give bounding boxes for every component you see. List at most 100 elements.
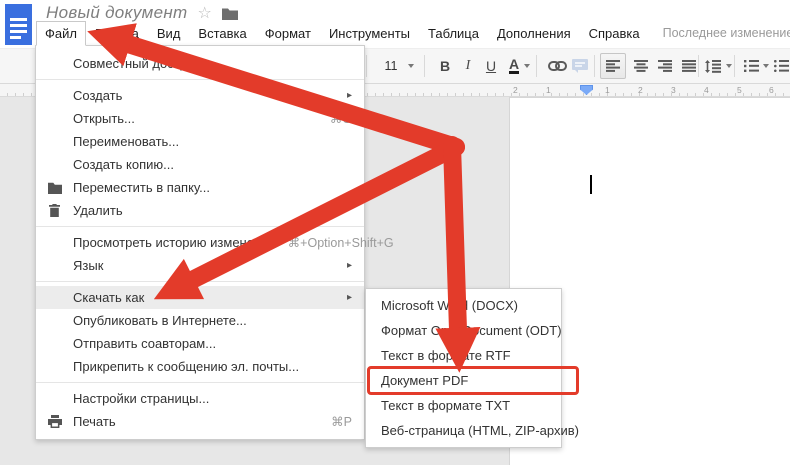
menu-item-label: Совместный доступ... bbox=[73, 56, 352, 71]
menubar-item-4[interactable]: Формат bbox=[256, 21, 320, 46]
menubar-item-5[interactable]: Инструменты bbox=[320, 21, 419, 46]
menu-item-shortcut: ⌘+Option+Shift+G bbox=[288, 235, 394, 250]
menubar-item-8[interactable]: Справка bbox=[580, 21, 649, 46]
menu-item-label: Переместить в папку... bbox=[73, 180, 352, 195]
menubar-item-7[interactable]: Дополнения bbox=[488, 21, 580, 46]
toolbar-separator bbox=[424, 55, 425, 77]
ruler-label: 2 bbox=[638, 85, 643, 95]
insert-link-icon[interactable] bbox=[544, 53, 570, 79]
menu-item-label: Опубликовать в Интернете... bbox=[73, 313, 352, 328]
menu-item-label: Просмотреть историю изменений bbox=[73, 235, 276, 250]
menu-item-7[interactable]: Удалить bbox=[36, 199, 364, 222]
google-docs-window: Новый документ ☆ ФайлПравкаВидВставкаФор… bbox=[0, 0, 790, 465]
menu-item-3[interactable]: Документ PDF bbox=[366, 368, 561, 393]
menu-item-4[interactable]: Переименовать... bbox=[36, 130, 364, 153]
menubar-item-1[interactable]: Правка bbox=[86, 21, 148, 46]
menu-item-1[interactable]: Формат OpenDocument (ODT) bbox=[366, 318, 561, 343]
menu-divider bbox=[36, 281, 364, 282]
menu-item-2[interactable]: Создать▸ bbox=[36, 84, 364, 107]
menu-item-label: Удалить bbox=[73, 203, 352, 218]
ruler-label: 6 bbox=[769, 85, 774, 95]
menu-item-label: Открыть... bbox=[73, 111, 318, 126]
menu-item-5[interactable]: Веб-страница (HTML, ZIP-архив) bbox=[366, 418, 561, 443]
submenu-arrow-icon: ▸ bbox=[347, 90, 352, 101]
menu-item-10[interactable]: Язык ▸ bbox=[36, 254, 364, 277]
text-cursor bbox=[590, 175, 592, 194]
menu-item-label: Текст в формате TXT bbox=[381, 398, 549, 413]
file-menu: Совместный доступ... Создать▸ Открыть... ⌘O… bbox=[35, 45, 365, 440]
menu-item-13[interactable]: Опубликовать в Интернете... bbox=[36, 309, 364, 332]
insert-comment-icon[interactable] bbox=[568, 53, 592, 79]
menu-item-shortcut: ⌘O bbox=[330, 111, 352, 126]
menu-item-0[interactable]: Совместный доступ... bbox=[36, 52, 364, 75]
menu-item-3[interactable]: Открыть... ⌘O bbox=[36, 107, 364, 130]
font-size-caret-icon[interactable] bbox=[408, 64, 414, 68]
menu-item-shortcut: ⌘P bbox=[331, 414, 352, 429]
menu-item-18[interactable]: Печать ⌘P bbox=[36, 410, 364, 433]
align-right-icon[interactable] bbox=[652, 53, 678, 79]
menubar-item-3[interactable]: Вставка bbox=[189, 21, 255, 46]
last-edit-status[interactable]: Последнее изменение: 14 дней назад bbox=[663, 26, 790, 40]
submenu-arrow-icon: ▸ bbox=[347, 292, 352, 303]
menu-bar: ФайлПравкаВидВставкаФорматИнструментыТаб… bbox=[36, 20, 790, 46]
numbered-list-caret-icon[interactable] bbox=[763, 64, 769, 68]
toolbar-separator bbox=[698, 55, 699, 77]
toolbar-separator bbox=[734, 55, 735, 77]
folder-icon bbox=[36, 182, 73, 194]
menu-item-label: Текст в формате RTF bbox=[381, 348, 549, 363]
menu-item-label: Переименовать... bbox=[73, 134, 352, 149]
italic-button[interactable]: I bbox=[458, 53, 478, 79]
trash-icon bbox=[36, 204, 73, 217]
menu-item-9[interactable]: Просмотреть историю изменений⌘+Option+Sh… bbox=[36, 231, 364, 254]
menubar-item-6[interactable]: Таблица bbox=[419, 21, 488, 46]
menu-item-17[interactable]: Настройки страницы... bbox=[36, 387, 364, 410]
ruler-label: 5 bbox=[737, 85, 742, 95]
menu-item-2[interactable]: Текст в формате RTF bbox=[366, 343, 561, 368]
text-color-button[interactable]: A bbox=[503, 53, 525, 79]
bulleted-list-icon[interactable] bbox=[770, 53, 790, 79]
menu-item-12[interactable]: Скачать как ▸ bbox=[36, 286, 364, 309]
align-left-icon[interactable] bbox=[600, 53, 626, 79]
menu-item-label: Формат OpenDocument (ODT) bbox=[381, 323, 562, 338]
menu-item-label: Скачать как bbox=[73, 290, 337, 305]
font-size-select[interactable]: 11 bbox=[378, 53, 404, 79]
toolbar-separator bbox=[536, 55, 537, 77]
menu-divider bbox=[36, 382, 364, 383]
ruler-label: 2 bbox=[513, 85, 518, 95]
menu-item-label: Прикрепить к сообщению эл. почты... bbox=[73, 359, 352, 374]
toolbar-separator bbox=[366, 55, 367, 77]
docs-logo-icon[interactable] bbox=[5, 4, 32, 45]
header: Новый документ ☆ ФайлПравкаВидВставкаФор… bbox=[0, 0, 790, 48]
submenu-arrow-icon: ▸ bbox=[347, 260, 352, 271]
menu-item-14[interactable]: Отправить соавторам... bbox=[36, 332, 364, 355]
indent-marker[interactable] bbox=[580, 85, 593, 95]
menu-item-6[interactable]: Переместить в папку... bbox=[36, 176, 364, 199]
menu-item-label: Отправить соавторам... bbox=[73, 336, 352, 351]
text-color-caret-icon[interactable] bbox=[524, 64, 530, 68]
menu-item-4[interactable]: Текст в формате TXT bbox=[366, 393, 561, 418]
download-as-submenu: Microsoft Word (DOCX) Формат OpenDocument… bbox=[365, 288, 562, 448]
menu-item-label: Создать копию... bbox=[73, 157, 352, 172]
menu-item-0[interactable]: Microsoft Word (DOCX) bbox=[366, 293, 561, 318]
menu-item-5[interactable]: Создать копию... bbox=[36, 153, 364, 176]
menubar-item-2[interactable]: Вид bbox=[148, 21, 190, 46]
printer-icon bbox=[36, 415, 73, 428]
move-to-folder-icon[interactable] bbox=[222, 7, 238, 20]
ruler-label: 3 bbox=[671, 85, 676, 95]
numbered-list-icon[interactable] bbox=[740, 53, 762, 79]
bold-button[interactable]: B bbox=[434, 53, 456, 79]
menubar-item-0[interactable]: Файл bbox=[36, 21, 86, 46]
align-center-icon[interactable] bbox=[628, 53, 654, 79]
ruler-label: 4 bbox=[704, 85, 709, 95]
menu-item-label: Печать bbox=[73, 414, 319, 429]
line-spacing-caret-icon[interactable] bbox=[726, 64, 732, 68]
menu-item-label: Веб-страница (HTML, ZIP-архив) bbox=[381, 423, 579, 438]
menu-item-label: Язык bbox=[73, 258, 337, 273]
ruler-label: 1 bbox=[605, 85, 610, 95]
menu-divider bbox=[36, 226, 364, 227]
underline-button[interactable]: U bbox=[480, 53, 502, 79]
menu-item-15[interactable]: Прикрепить к сообщению эл. почты... bbox=[36, 355, 364, 378]
menu-item-label: Настройки страницы... bbox=[73, 391, 352, 406]
menu-item-label: Microsoft Word (DOCX) bbox=[381, 298, 549, 313]
line-spacing-icon[interactable] bbox=[702, 53, 724, 79]
